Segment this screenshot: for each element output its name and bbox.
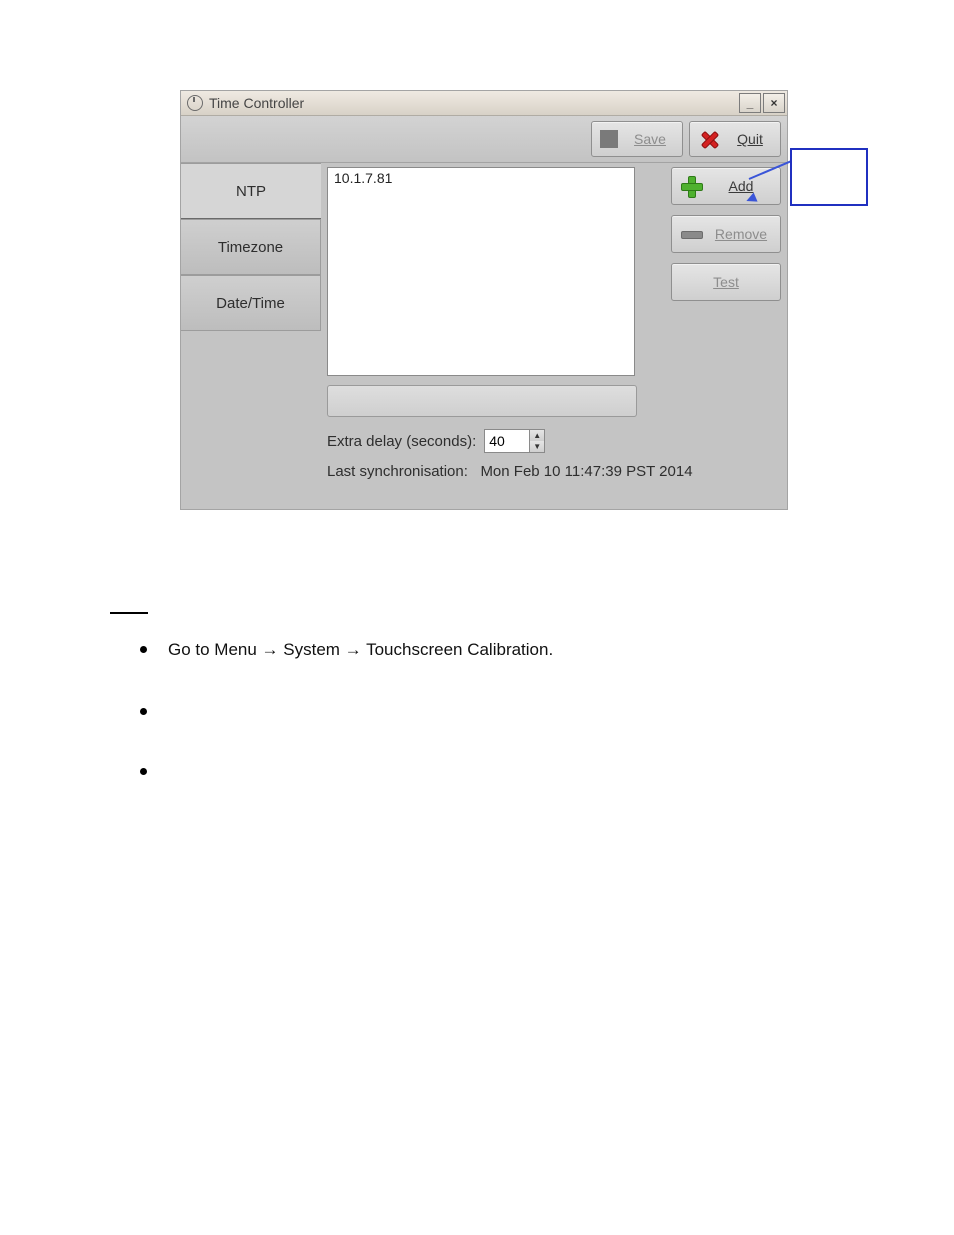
ntp-pane: 10.1.7.81 Add Remove Test <box>321 163 787 509</box>
window-body: NTP Timezone Date/Time 10.1.7.81 Add <box>181 163 787 509</box>
bullet-text: Go to Menu → System → Touchscreen Calibr… <box>168 640 553 659</box>
remove-label: Remove <box>715 226 767 242</box>
plus-icon <box>680 175 702 197</box>
save-icon <box>600 130 618 148</box>
close-icon: × <box>770 97 777 109</box>
time-controller-window: Time Controller _ × Save Quit NTP <box>180 90 788 510</box>
tab-timezone[interactable]: Timezone <box>181 219 321 275</box>
quit-button[interactable]: Quit <box>689 121 781 157</box>
sync-value: Mon Feb 10 11:47:39 PST 2014 <box>480 463 692 480</box>
side-tabs: NTP Timezone Date/Time <box>181 163 321 509</box>
close-button[interactable]: × <box>763 93 785 113</box>
ntp-address-input[interactable] <box>327 385 637 417</box>
spin-down-icon[interactable]: ▼ <box>530 441 544 452</box>
tab-ntp[interactable]: NTP <box>181 163 321 219</box>
minus-icon <box>680 223 702 245</box>
clock-icon <box>187 95 203 111</box>
callout-box <box>790 148 868 206</box>
window-title: Time Controller <box>209 95 304 111</box>
quit-icon <box>698 128 720 150</box>
delay-spinbox[interactable]: ▲ ▼ <box>484 429 545 453</box>
minimize-icon: _ <box>747 97 754 109</box>
save-label: Save <box>634 131 666 147</box>
list-item <box>140 702 553 720</box>
toolbar: Save Quit <box>181 116 787 163</box>
last-sync-row: Last synchronisation: Mon Feb 10 11:47:3… <box>327 463 693 480</box>
remove-button[interactable]: Remove <box>671 215 781 253</box>
quit-label: Quit <box>737 131 763 147</box>
delay-input[interactable] <box>484 429 530 453</box>
minimize-button[interactable]: _ <box>739 93 761 113</box>
save-button[interactable]: Save <box>591 121 683 157</box>
ntp-server-list[interactable]: 10.1.7.81 <box>327 167 635 376</box>
ntp-server-entry[interactable]: 10.1.7.81 <box>334 170 628 186</box>
test-button[interactable]: Test <box>671 263 781 301</box>
tab-timezone-label: Timezone <box>218 239 283 256</box>
doc-bullet-list: Go to Menu → System → Touchscreen Calibr… <box>140 640 553 822</box>
tab-datetime-label: Date/Time <box>216 295 285 312</box>
spin-up-icon[interactable]: ▲ <box>530 430 544 441</box>
horizontal-rule <box>110 612 148 614</box>
titlebar: Time Controller _ × <box>181 91 787 116</box>
delay-label: Extra delay (seconds): <box>327 433 476 450</box>
tab-ntp-label: NTP <box>236 183 266 200</box>
test-label: Test <box>713 274 739 290</box>
sync-label: Last synchronisation: <box>327 463 468 480</box>
list-item <box>140 762 553 780</box>
list-item: Go to Menu → System → Touchscreen Calibr… <box>140 640 553 660</box>
add-label: Add <box>729 178 754 194</box>
tab-datetime[interactable]: Date/Time <box>181 275 321 331</box>
